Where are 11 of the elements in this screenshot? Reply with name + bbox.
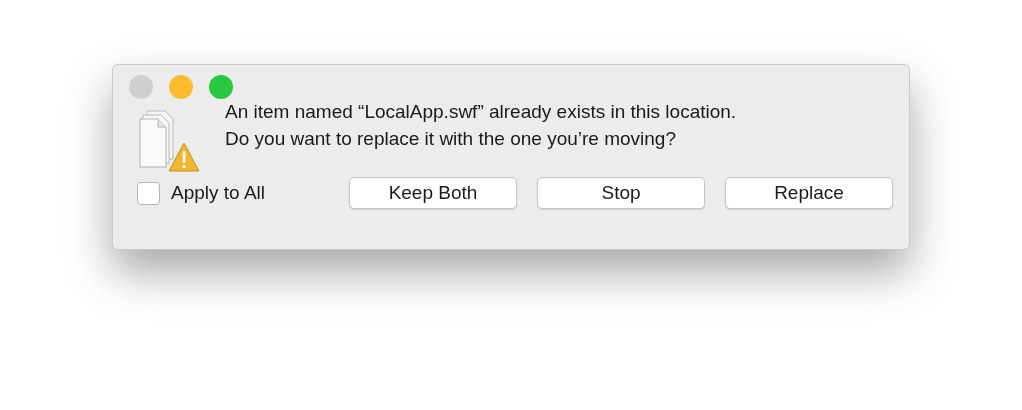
window-control-button[interactable] bbox=[169, 75, 193, 99]
dialog-button[interactable]: Keep Both bbox=[349, 177, 517, 209]
message-text: Do you want to replace it with the one you’re moving? bbox=[225, 127, 677, 151]
checkbox-label: Apply to All bbox=[171, 180, 265, 205]
document-warning-icon bbox=[139, 109, 201, 173]
message-text: An item named “LocalApp.swf” already exists in this location. bbox=[225, 100, 737, 124]
dialog-button[interactable]: Replace bbox=[725, 177, 893, 209]
window-control-button[interactable] bbox=[129, 75, 153, 99]
checkbox[interactable] bbox=[137, 181, 160, 205]
window-control-button[interactable] bbox=[209, 75, 233, 99]
dialog-button[interactable]: Stop bbox=[537, 177, 705, 209]
